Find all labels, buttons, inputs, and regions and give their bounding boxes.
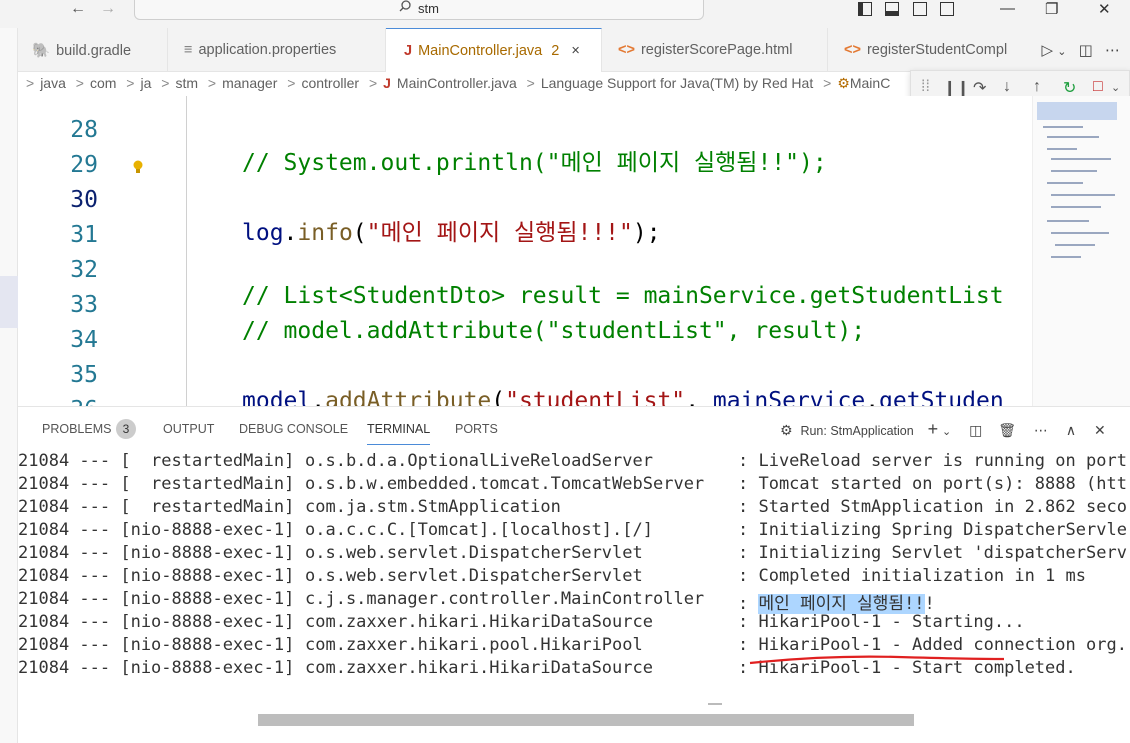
code-editor[interactable]: 28 // System.out.println("메인 페이지 실행됨!!")… (18, 96, 1130, 406)
split-terminal-icon[interactable]: ◫ (969, 422, 982, 438)
code-line: 36 (18, 371, 1038, 406)
step-out-icon[interactable]: ↑ (1033, 78, 1041, 96)
toggle-secondary-sidebar-icon[interactable] (912, 2, 927, 16)
tab-ports[interactable]: PORTS (455, 422, 498, 436)
search-text: stm (418, 1, 439, 16)
tab-label: application.properties (198, 42, 337, 58)
run-config-label[interactable]: Run: StmApplication (800, 424, 913, 438)
tab-main-controller[interactable]: J MainController.java 2 × (386, 28, 602, 72)
tab-debug-console[interactable]: DEBUG CONSOLE (239, 422, 348, 436)
activity-bar (0, 28, 18, 743)
class-icon: ⚙ (837, 75, 850, 91)
breadcrumb-item[interactable]: manager (222, 75, 277, 91)
forward-arrow-icon[interactable]: → (100, 0, 116, 18)
red-underline-annotation (749, 655, 1005, 665)
chevron-down-icon[interactable]: ⌄ (1111, 81, 1120, 94)
terminal-actions: ⚙ Run: StmApplication + ⌄ ◫ 🗑 ⋯ ∧ ✕ (780, 419, 1106, 440)
restart-icon[interactable]: ↻ (1063, 78, 1076, 98)
horizontal-scrollbar[interactable] (258, 714, 914, 726)
code-line: 32 // List<StudentDto> result = mainServ… (18, 231, 1038, 309)
panel-sash-indicator (708, 703, 722, 705)
toggle-panel-icon[interactable] (885, 2, 900, 16)
customize-layout-icon[interactable] (940, 2, 955, 16)
layout-controls (858, 2, 963, 20)
step-over-icon[interactable]: ↷ (973, 78, 986, 98)
tab-register-student-complete[interactable]: <> registerStudentCompl (828, 28, 1028, 72)
selected-text: 메인 페이지 실행됨!! (758, 594, 925, 614)
activity-active-indicator (0, 276, 18, 328)
tab-application-properties[interactable]: ≡ application.properties (168, 28, 386, 72)
tab-label: registerStudentCompl (866, 42, 1008, 58)
run-icon[interactable]: ▷ (1042, 42, 1054, 59)
debug-gear-icon: ⚙ (780, 422, 793, 438)
lightbulb-icon[interactable] (132, 160, 144, 174)
new-terminal-icon[interactable]: + (928, 419, 939, 439)
code-line: 31 (18, 196, 1038, 248)
code-line: 35 model.addAttribute("studentList", mai… (18, 336, 1038, 406)
minimap[interactable] (1032, 96, 1130, 406)
java-icon: J (383, 75, 391, 91)
breadcrumb-item[interactable]: Language Support for Java(TM) by Red Hat (541, 75, 813, 91)
title-bar: ← → stm — ❐ ✕ (0, 0, 1130, 28)
tab-terminal[interactable]: TERMINAL (367, 422, 431, 445)
html-icon: <> (844, 42, 861, 58)
line-number: 36 (64, 397, 98, 406)
tab-register-score-page[interactable]: <> registerScorePage.html (602, 28, 828, 72)
breadcrumb-item[interactable]: MainC (850, 75, 890, 91)
tab-label: build.gradle (56, 43, 132, 59)
command-center-search[interactable]: stm (134, 0, 704, 20)
problems-count-badge: 3 (116, 419, 136, 439)
chevron-down-icon[interactable]: ⌄ (1057, 46, 1066, 58)
code-line: 29 (18, 126, 1038, 178)
more-actions-icon[interactable]: ⋯ (1105, 42, 1120, 59)
html-icon: <> (618, 42, 635, 58)
breadcrumb-item[interactable]: com (90, 75, 116, 91)
breadcrumb-item[interactable]: java (40, 75, 66, 91)
gradle-icon: 🐘 (32, 43, 51, 59)
close-tab-icon[interactable]: × (571, 43, 579, 59)
toggle-sidebar-icon[interactable] (858, 2, 872, 16)
tab-label: MainController.java (418, 43, 543, 59)
pause-icon[interactable]: ❙❙ (943, 78, 970, 98)
back-arrow-icon[interactable]: ← (70, 0, 86, 18)
bottom-panel: PROBLEMS 3 OUTPUT DEBUG CONSOLE TERMINAL… (18, 406, 1130, 743)
step-into-icon[interactable]: ↓ (1003, 78, 1011, 96)
tab-label: registerScorePage.html (640, 42, 793, 58)
restore-button[interactable]: ❐ (1045, 0, 1058, 18)
drag-handle-icon[interactable]: ⁞⁞ (921, 78, 930, 96)
breadcrumb-item[interactable]: ja (140, 75, 151, 91)
tab-output[interactable]: OUTPUT (163, 422, 214, 436)
code-line: 34 (18, 301, 1038, 353)
more-actions-icon[interactable]: ⋯ (1034, 422, 1048, 438)
maximize-panel-icon[interactable]: ∧ (1066, 422, 1076, 438)
terminal-output[interactable]: 21084 --- [ restartedMain] o.s.b.d.a.Opti… (18, 451, 1130, 691)
split-editor-icon[interactable]: ◫ (1079, 42, 1093, 59)
tab-build-gradle[interactable]: 🐘 build.gradle (18, 28, 168, 72)
code-line: 30 log.info("메인 페이지 실행됨!!!"); (18, 161, 1038, 246)
java-icon: J (404, 43, 413, 59)
trash-icon[interactable]: 🗑 (998, 422, 1016, 438)
stop-icon[interactable]: □ (1093, 78, 1103, 96)
breadcrumb-item[interactable]: MainController.java (397, 75, 517, 91)
editor-tabs: 🐘 build.gradle ≡ application.properties JM… (18, 28, 1130, 72)
code-line: 33 // model.addAttribute("studentList", … (18, 266, 1038, 344)
editor-actions: ▷ ⌄ ◫ ⋯ (1042, 41, 1120, 59)
close-panel-icon[interactable]: ✕ (1094, 422, 1106, 438)
search-icon (399, 0, 411, 12)
breadcrumb-item[interactable]: stm (175, 75, 198, 91)
breadcrumb-item[interactable]: controller (301, 75, 359, 91)
settings-file-icon: ≡ (184, 42, 193, 58)
minimize-button[interactable]: — (1000, 0, 1015, 17)
chevron-down-icon[interactable]: ⌄ (942, 426, 951, 438)
minimap-viewport (1037, 102, 1117, 120)
code-line: 28 // System.out.println("메인 페이지 실행됨!!")… (18, 96, 1038, 176)
close-window-button[interactable]: ✕ (1098, 0, 1111, 18)
problem-count-badge: 2 (551, 43, 560, 59)
tab-problems[interactable]: PROBLEMS (42, 422, 111, 436)
